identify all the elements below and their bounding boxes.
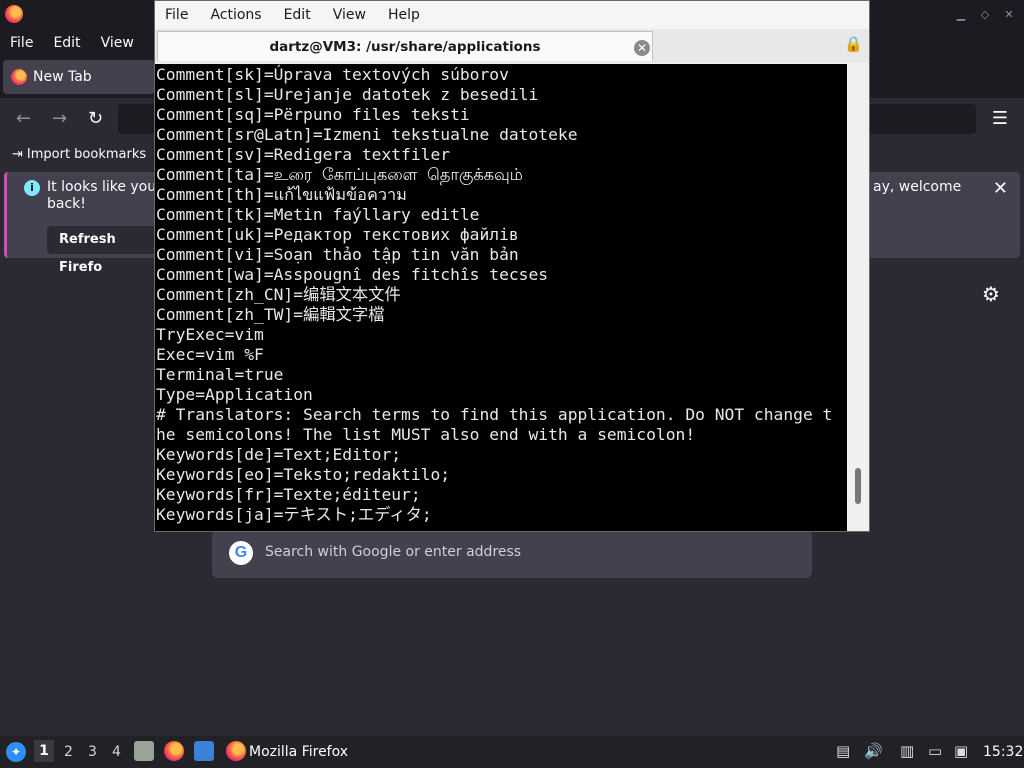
notes-tray-icon[interactable]: ▥ xyxy=(900,742,914,760)
terminal-line: Comment[th]=แก้ไขแฟ้มข้อความ xyxy=(156,185,407,204)
terminal-line: he semicolons! The list MUST also end wi… xyxy=(156,425,696,444)
terminal-line: Comment[sl]=Urejanje datotek z besedili xyxy=(156,85,539,104)
back-arrow-icon[interactable]: ← xyxy=(16,108,31,129)
settings-gear-icon[interactable]: ⚙ xyxy=(982,282,1000,306)
terminal-line: Terminal=true xyxy=(156,365,284,384)
import-bookmarks-link[interactable]: Import bookmarks xyxy=(27,147,146,162)
terminal-output[interactable]: Comment[sk]=Úprava textových súborov Comm… xyxy=(155,64,847,531)
scrollbar-thumb[interactable] xyxy=(855,468,861,504)
terminal-line: Type=Application xyxy=(156,385,313,404)
firefox-task-icon[interactable] xyxy=(226,741,246,761)
terminal-line: Keywords[fr]=Texte;éditeur; xyxy=(156,485,421,504)
terminal-line: Comment[zh_CN]=编辑文本文件 xyxy=(156,285,401,304)
maximize-icon[interactable]: ◇ xyxy=(978,8,992,21)
notification-text-right: ay, welcome xyxy=(873,179,962,195)
firefox-task-label[interactable]: Mozilla Firefox xyxy=(249,744,348,760)
notification-line-1: It looks like you l xyxy=(47,179,165,195)
terminal-line: Comment[zh_TW]=編輯文字檔 xyxy=(156,305,385,324)
terminal-line: Comment[sv]=Redigera textfiler xyxy=(156,145,451,164)
terminal-line: Keywords[ja]=テキスト;エディタ; xyxy=(156,505,432,524)
menu-edit[interactable]: Edit xyxy=(53,35,80,51)
menu-view[interactable]: View xyxy=(101,35,134,51)
workspace-4[interactable]: 4 xyxy=(112,744,121,760)
terminal-line: Comment[tk]=Metin faýllary editle xyxy=(156,205,480,224)
workspace-2[interactable]: 2 xyxy=(64,744,73,760)
terminal-line: TryExec=vim xyxy=(156,325,264,344)
notification-line-2: back! xyxy=(47,196,86,212)
terminal-line: Comment[sk]=Úprava textových súborov xyxy=(156,65,509,84)
update-tray-icon[interactable]: ▣ xyxy=(954,742,968,760)
tab-label: New Tab xyxy=(33,69,92,85)
terminal-line: Comment[sq]=Përpuno files teksti xyxy=(156,105,470,124)
terminal-menu-view[interactable]: View xyxy=(333,7,366,23)
terminal-window: File Actions Edit View Help dartz@VM3: /… xyxy=(154,0,870,532)
google-logo-icon: G xyxy=(229,541,253,565)
firefox-logo-icon xyxy=(5,5,23,23)
import-icon: ⇥ xyxy=(12,146,23,162)
info-icon: i xyxy=(24,180,40,196)
terminal-menu-edit[interactable]: Edit xyxy=(284,7,311,23)
reload-icon[interactable]: ↻ xyxy=(88,108,103,129)
clipboard-tray-icon[interactable]: ▤ xyxy=(836,742,850,760)
terminal-menu-actions[interactable]: Actions xyxy=(210,7,261,23)
close-icon[interactable]: ✕ xyxy=(1002,8,1016,21)
menu-file[interactable]: File xyxy=(10,35,33,51)
terminal-tab-title: dartz@VM3: /usr/share/applications xyxy=(269,39,541,55)
tab-close-icon[interactable]: ✕ xyxy=(634,40,650,56)
terminal-line: Keywords[eo]=Teksto;redaktilo; xyxy=(156,465,451,484)
firefox-tab-icon xyxy=(11,69,27,85)
workspace-1[interactable]: 1 xyxy=(34,740,54,762)
terminal-menubar: File Actions Edit View Help xyxy=(155,1,869,29)
terminal-line: Keywords[de]=Text;Editor; xyxy=(156,445,402,464)
lock-icon[interactable]: 🔒 xyxy=(844,35,863,53)
file-manager-icon[interactable] xyxy=(134,741,154,761)
tab-new-tab[interactable]: New Tab xyxy=(3,60,155,94)
forward-arrow-icon[interactable]: → xyxy=(52,108,67,129)
terminal-launcher-icon[interactable] xyxy=(194,741,214,761)
clock: 15:32 xyxy=(983,744,1024,760)
terminal-line: Comment[wa]=Asspougnî des fitchîs tecses xyxy=(156,265,549,284)
terminal-scrollbar[interactable] xyxy=(847,64,869,531)
volume-tray-icon[interactable]: 🔊 xyxy=(864,742,883,760)
window-controls: ▁ ◇ ✕ xyxy=(954,8,1016,21)
firefox-launcher-icon[interactable] xyxy=(164,741,184,761)
hamburger-menu-icon[interactable]: ☰ xyxy=(992,108,1008,129)
terminal-line: # Translators: Search terms to find this… xyxy=(156,405,833,424)
terminal-line: Comment[ta]=உரை கோப்புகளை தொகுக்கவும் xyxy=(156,165,523,184)
terminal-line: Exec=vim %F xyxy=(156,345,264,364)
terminal-line: Comment[vi]=Soạn thảo tập tin văn bản xyxy=(156,245,519,264)
terminal-tabbar: dartz@VM3: /usr/share/applications ✕ 🔒 xyxy=(155,29,869,63)
network-tray-icon[interactable]: ▭ xyxy=(928,742,942,760)
start-menu-icon[interactable]: ✦ xyxy=(6,742,26,762)
terminal-lines: Comment[sk]=Úprava textových súborov Comm… xyxy=(155,64,847,525)
terminal-menu-file[interactable]: File xyxy=(165,7,188,23)
terminal-line: Comment[sr@Latn]=Izmeni tekstualne datot… xyxy=(156,125,578,144)
google-search-box[interactable]: G Search with Google or enter address xyxy=(212,530,812,578)
terminal-line: Comment[uk]=Редактор текстових файлів xyxy=(156,225,519,244)
terminal-tab[interactable]: dartz@VM3: /usr/share/applications ✕ xyxy=(157,31,653,61)
notification-close-icon[interactable]: ✕ xyxy=(993,178,1008,199)
refresh-firefox-button[interactable]: Refresh Firefo xyxy=(47,226,163,275)
search-placeholder: Search with Google or enter address xyxy=(265,544,522,560)
terminal-menu-help[interactable]: Help xyxy=(388,7,420,23)
minimize-icon[interactable]: ▁ xyxy=(954,8,968,21)
workspace-3[interactable]: 3 xyxy=(88,744,97,760)
